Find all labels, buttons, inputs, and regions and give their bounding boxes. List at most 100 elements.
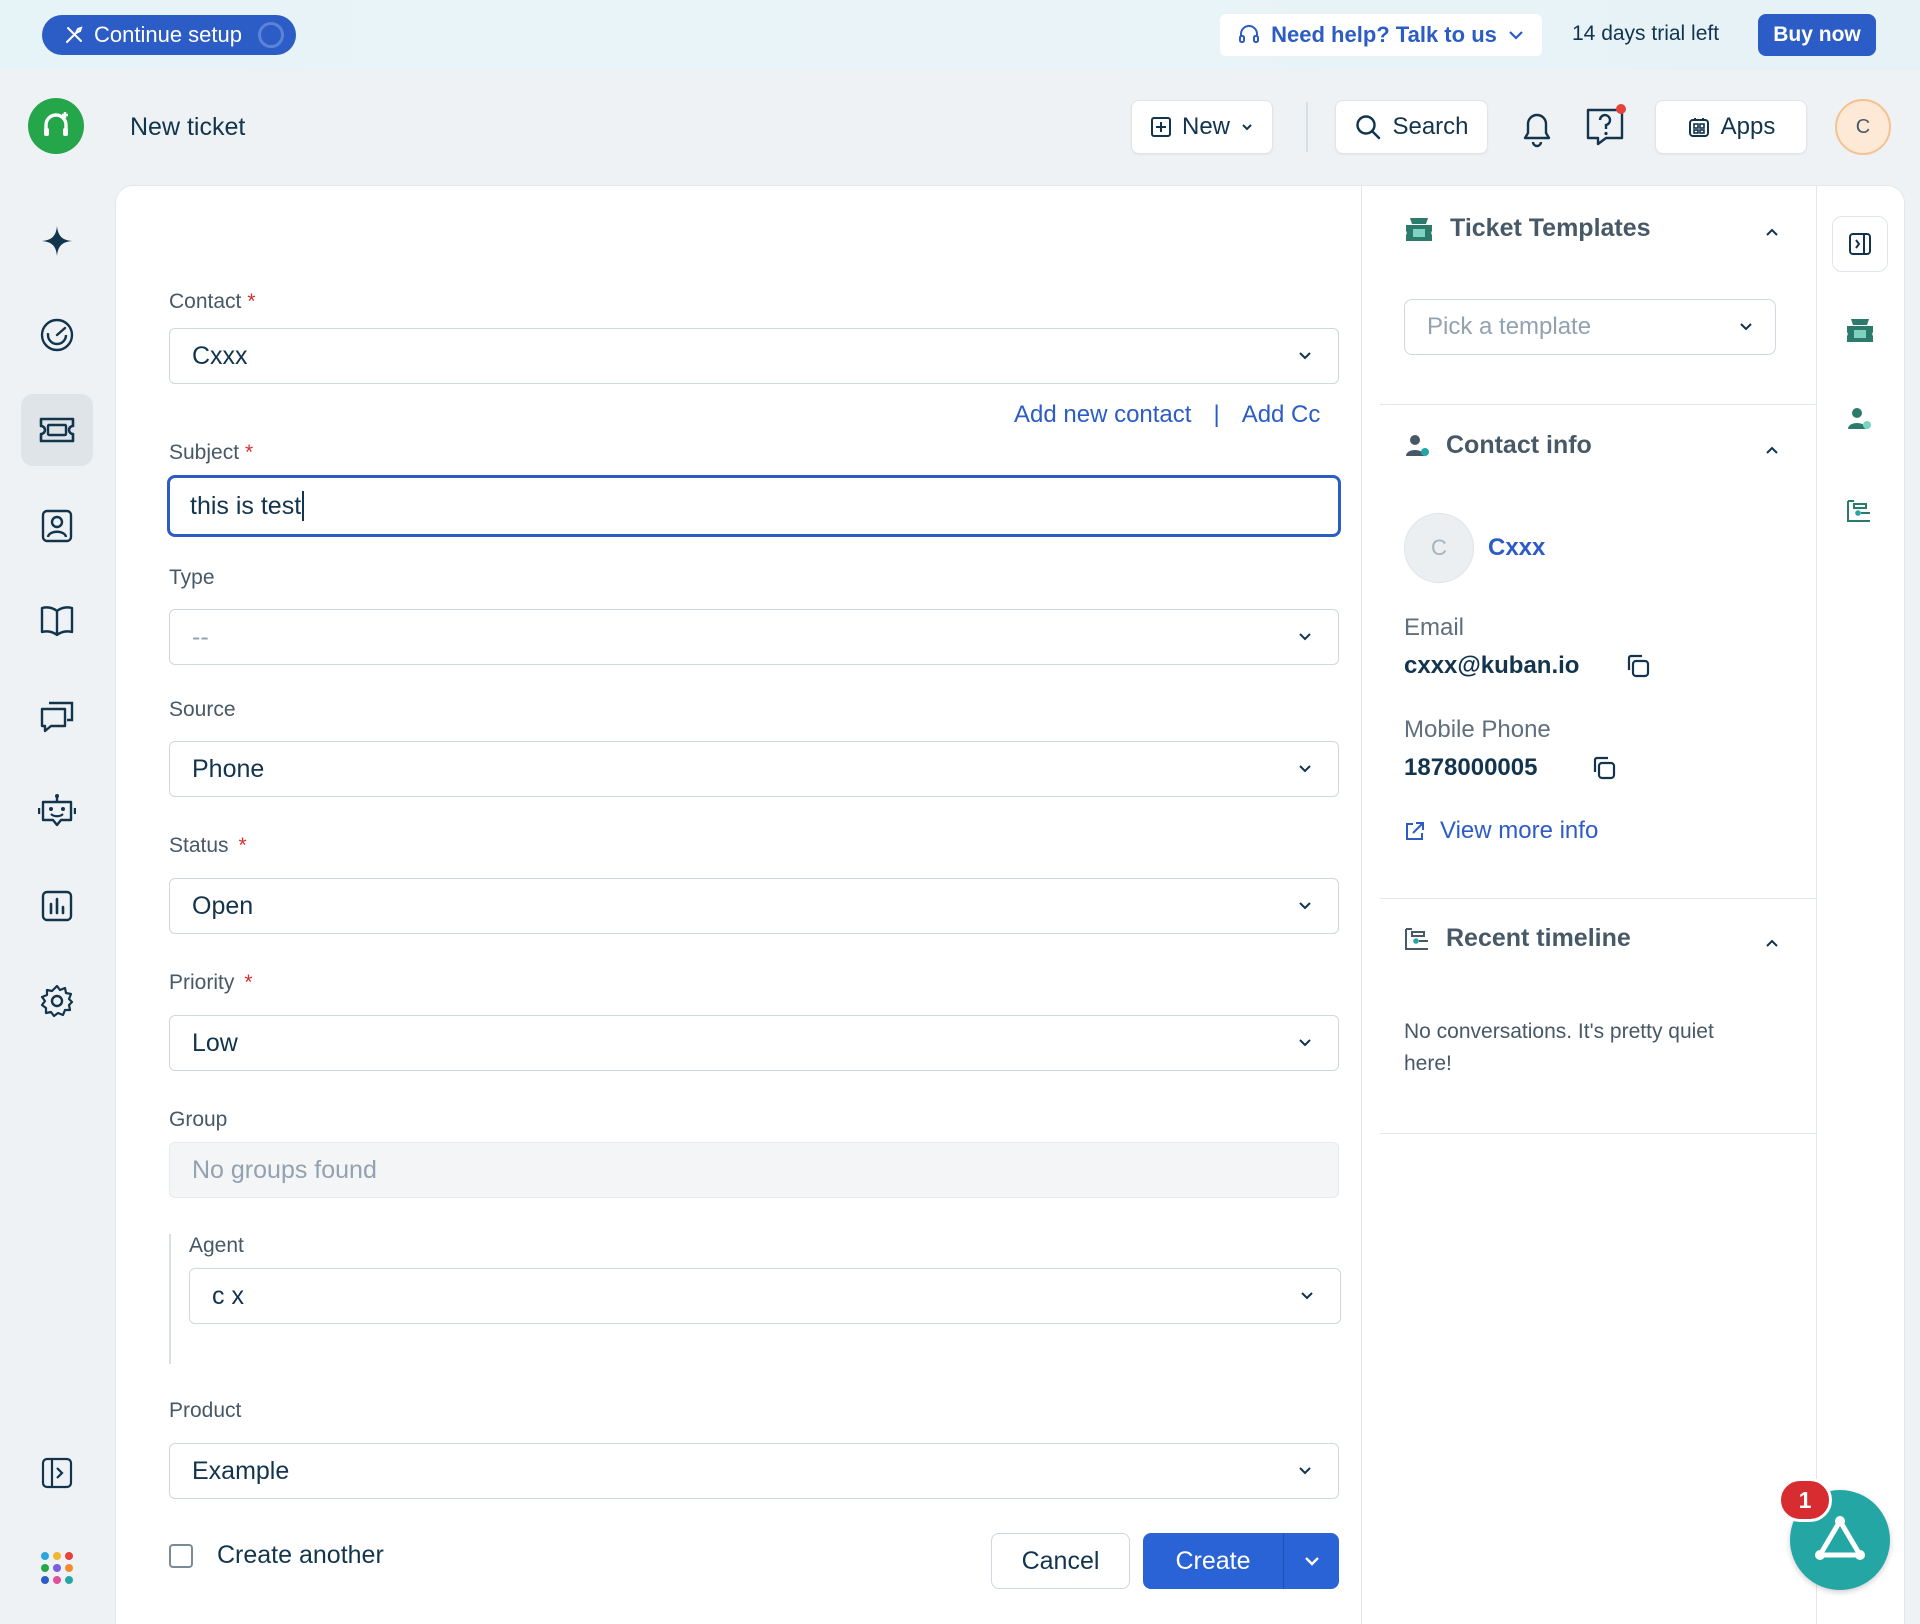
rail-contact-info-icon[interactable]	[1846, 406, 1872, 432]
source-select[interactable]: Phone	[169, 741, 1339, 797]
contact-value: Cxxx	[192, 341, 248, 370]
nav-bots[interactable]	[21, 775, 93, 847]
subject-label: Subject *	[169, 441, 254, 464]
headset-icon	[1237, 23, 1261, 47]
book-icon	[39, 604, 75, 638]
continue-setup-button[interactable]: Continue setup	[42, 15, 296, 55]
bot-icon	[38, 793, 76, 829]
help-question-icon[interactable]	[1582, 104, 1628, 150]
agent-label: Agent	[189, 1234, 244, 1257]
contact-avatar: C	[1404, 513, 1474, 583]
search-button[interactable]: Search	[1335, 100, 1488, 154]
contact-info-title: Contact info	[1446, 431, 1592, 459]
apps-button[interactable]: Apps	[1655, 100, 1807, 154]
nav-settings[interactable]	[21, 965, 93, 1037]
priority-value: Low	[192, 1028, 238, 1057]
contact-select[interactable]: Cxxx	[169, 328, 1339, 384]
nav-conversations[interactable]	[21, 680, 93, 752]
copy-email-icon[interactable]	[1624, 652, 1652, 680]
group-label: Group	[169, 1108, 228, 1131]
rail-ticket-templates-icon[interactable]	[1845, 316, 1875, 344]
contact-links: Add new contact | Add Cc	[1014, 401, 1320, 429]
new-button[interactable]: New	[1131, 100, 1273, 154]
need-help-label: Need help? Talk to us	[1271, 22, 1497, 47]
sparkle-icon	[39, 223, 75, 259]
subject-value: this is test	[190, 491, 302, 520]
nav-tickets[interactable]	[21, 394, 93, 466]
setup-progress-ring	[258, 22, 284, 48]
chevron-down-icon	[1298, 630, 1312, 644]
add-cc-link[interactable]: Add Cc	[1242, 401, 1321, 429]
tools-icon	[64, 25, 84, 45]
timeline-empty-message: No conversations. It's pretty quiet here…	[1404, 1020, 1714, 1075]
search-icon	[1354, 113, 1382, 141]
contact-name-link[interactable]: Cxxx	[1488, 534, 1545, 562]
chevron-down-icon	[1298, 349, 1312, 363]
freshdesk-logo[interactable]	[28, 98, 84, 154]
type-select[interactable]: --	[169, 609, 1339, 665]
chevron-up-icon[interactable]	[1764, 935, 1780, 951]
group-value: No groups found	[192, 1155, 377, 1184]
nav-analytics[interactable]	[21, 870, 93, 942]
create-options-button[interactable]	[1283, 1533, 1339, 1589]
chevron-up-icon[interactable]	[1764, 442, 1780, 458]
priority-label: Priority *	[169, 971, 253, 994]
chevron-up-icon[interactable]	[1764, 224, 1780, 240]
cancel-button[interactable]: Cancel	[991, 1533, 1130, 1589]
user-avatar[interactable]: C	[1835, 99, 1891, 155]
continue-setup-label: Continue setup	[94, 22, 242, 47]
source-value: Phone	[192, 754, 265, 783]
timeline-icon	[1404, 926, 1430, 952]
ticket-icon	[38, 416, 76, 444]
chevron-down-icon	[1300, 1289, 1314, 1303]
chat-icon	[39, 699, 75, 733]
contact-info-header[interactable]: Contact info	[1404, 431, 1592, 460]
template-select[interactable]: Pick a template	[1404, 299, 1776, 355]
create-another-label[interactable]: Create another	[217, 1541, 384, 1570]
status-select[interactable]: Open	[169, 878, 1339, 934]
notifications-bell-icon[interactable]	[1515, 104, 1559, 150]
nav-dashboard[interactable]	[21, 299, 93, 371]
sidebar-expand-icon	[40, 1456, 74, 1490]
section-divider	[1380, 1133, 1816, 1134]
buy-now-button[interactable]: Buy now	[1758, 14, 1876, 56]
ticket-card: Contact * Cxxx Add new contact | Add Cc S…	[115, 185, 1905, 1624]
chevron-down-icon	[1739, 320, 1753, 334]
priority-select[interactable]: Low	[169, 1015, 1339, 1071]
link-separator: |	[1213, 401, 1220, 428]
ticket-side-panel: Ticket Templates Pick a template Contact…	[1362, 186, 1816, 1624]
view-more-info-link[interactable]: View more info	[1404, 817, 1598, 845]
section-divider	[1380, 404, 1816, 405]
chevron-down-icon	[1298, 1464, 1312, 1478]
product-select[interactable]: Example	[169, 1443, 1339, 1499]
create-button[interactable]: Create	[1143, 1533, 1283, 1589]
rail-divider	[1816, 186, 1817, 1624]
mobile-phone-value: 1878000005	[1404, 754, 1538, 781]
ticket-templates-header[interactable]: Ticket Templates	[1404, 214, 1651, 243]
text-caret	[302, 491, 305, 521]
view-more-label: View more info	[1440, 817, 1599, 844]
nav-freddy-ai[interactable]	[21, 205, 93, 277]
expand-sidebar-button[interactable]	[21, 1437, 93, 1509]
create-another-checkbox[interactable]	[169, 1544, 193, 1568]
nav-solutions[interactable]	[21, 585, 93, 657]
nav-contacts[interactable]	[21, 490, 93, 562]
rail-timeline-icon[interactable]	[1846, 498, 1872, 524]
subject-input[interactable]: this is test	[167, 475, 1341, 537]
chevron-down-icon	[1303, 1552, 1321, 1570]
ticket-template-icon	[1404, 215, 1434, 243]
recent-timeline-title: Recent timeline	[1446, 924, 1631, 952]
agent-select[interactable]: c x	[189, 1268, 1341, 1324]
type-label: Type	[169, 566, 215, 589]
ticket-form: Contact * Cxxx Add new contact | Add Cc S…	[116, 186, 1361, 1624]
need-help-button[interactable]: Need help? Talk to us	[1220, 14, 1542, 56]
required-marker: *	[245, 441, 254, 464]
apps-icon	[1687, 115, 1711, 139]
recent-timeline-header[interactable]: Recent timeline	[1404, 924, 1631, 953]
add-new-contact-link[interactable]: Add new contact	[1014, 401, 1191, 429]
chevron-down-icon	[1240, 120, 1254, 134]
copy-phone-icon[interactable]	[1590, 754, 1618, 782]
product-switcher[interactable]	[21, 1532, 93, 1604]
agent-section: Agent c x	[169, 1234, 1341, 1364]
collapse-panel-button[interactable]	[1832, 216, 1888, 272]
